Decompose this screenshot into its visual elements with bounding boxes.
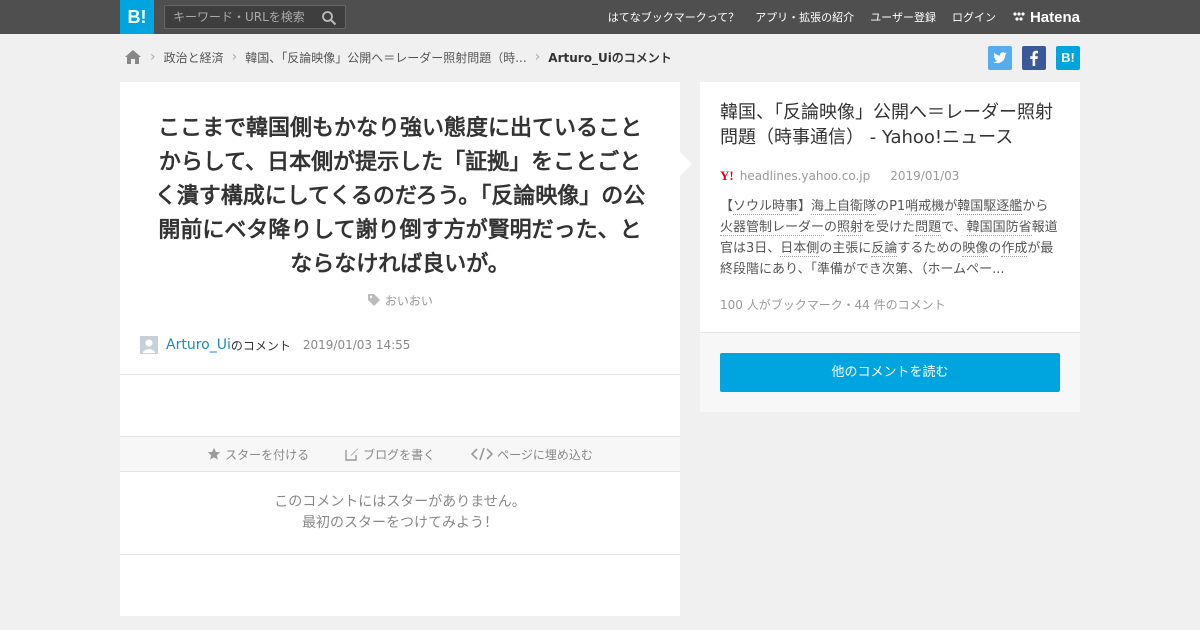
summary-text: から [1022, 199, 1049, 214]
speech-arrow [680, 152, 692, 176]
keyword-link[interactable]: 日本側 [780, 241, 820, 257]
add-star-button[interactable]: スターを付ける [207, 446, 309, 463]
keyword-link[interactable]: 哨戒機 [905, 199, 945, 215]
yahoo-favicon-icon: Y! [720, 168, 734, 183]
summary-text: を受けた [863, 220, 916, 235]
search-input[interactable] [173, 9, 313, 25]
twitter-share-button[interactable] [988, 46, 1012, 70]
breadcrumb-entry[interactable]: 韓国、「反論映像」公開へ＝レーダー照射問題（時... [245, 49, 526, 66]
keyword-link[interactable]: 韓国国防省 [966, 220, 1032, 236]
tag-icon [368, 294, 381, 306]
entry-card: 韓国、「反論映像」公開へ＝レーダー照射問題（時事通信） - Yahoo!ニュース… [700, 82, 1080, 412]
keyword-link[interactable]: ソウル時事 [733, 199, 799, 215]
nav-login[interactable]: ログイン [952, 9, 996, 25]
breadcrumb-current: Arturo_Uiのコメント [548, 50, 672, 65]
author-name[interactable]: Arturo_Ui [166, 337, 231, 353]
nav-register[interactable]: ユーザー登録 [870, 9, 936, 25]
star-icon [207, 447, 221, 460]
chevron-right-icon: › [534, 49, 541, 65]
facebook-icon [1030, 50, 1038, 66]
nav-apps[interactable]: アプリ・拡張の紹介 [755, 9, 854, 25]
search-icon[interactable] [321, 10, 337, 26]
author-suffix: のコメント [230, 338, 291, 353]
search-box[interactable] [164, 5, 346, 29]
code-icon [471, 447, 494, 461]
hatena-bookmark-logo[interactable]: B! [120, 0, 154, 34]
hatena-dots-icon [1013, 12, 1025, 21]
nav-about[interactable]: はてなブックマークって？ [608, 9, 739, 25]
read-other-comments-button[interactable]: 他のコメントを読む [720, 353, 1060, 392]
user-icon [143, 339, 155, 353]
avatar[interactable] [140, 336, 158, 354]
embed-label: ページに埋め込む [497, 447, 593, 462]
embed-button[interactable]: ページに埋め込む [471, 446, 593, 463]
keyword-link[interactable]: 反論 [871, 241, 898, 257]
entry-date: 2019/01/03 [890, 169, 960, 183]
no-star-message: このコメントにはスターがありません。 最初のスターをつけてみよう！ [120, 492, 680, 534]
summary-text: するための [897, 241, 963, 256]
comment-author: Arturo_Ui のコメント 2019/01/03 14:55 [140, 336, 410, 354]
top-nav: はてなブックマークって？ アプリ・拡張の紹介 ユーザー登録 ログイン Haten… [608, 0, 1080, 34]
write-blog-button[interactable]: ブログを書く [345, 446, 435, 463]
edit-icon [345, 448, 359, 461]
write-blog-label: ブログを書く [363, 447, 436, 462]
add-star-label: スターを付ける [225, 447, 310, 462]
comment-datetime[interactable]: 2019/01/03 14:55 [303, 338, 411, 352]
comment-text: ここまで韓国側もかなり強い態度に出ていることからして、日本側が提示した「証拠」を… [154, 116, 646, 277]
entry-title[interactable]: 韓国、「反論映像」公開へ＝レーダー照射問題（時事通信） - Yahoo!ニュース [720, 100, 1065, 150]
summary-text: で、 [941, 220, 967, 235]
keyword-link[interactable]: 照射 [837, 220, 864, 236]
home-icon[interactable] [124, 48, 142, 66]
keyword-link[interactable]: 作成 [1001, 241, 1028, 257]
summary-text: 】 [798, 199, 812, 214]
divider [120, 374, 680, 375]
keyword-link[interactable]: 問題 [915, 220, 942, 236]
chevron-right-icon: › [150, 49, 156, 65]
no-star-line2: 最初のスターをつけてみよう！ [302, 515, 498, 531]
comment-actions: スターを付ける ブログを書く ページに埋め込む [120, 436, 680, 472]
entry-summary: 【ソウル時事】海上自衛隊のP1哨戒機が韓国駆逐艦から火器管制レーダーの照射を受け… [720, 196, 1060, 280]
keyword-link[interactable]: 海上自衛隊 [811, 199, 877, 215]
share-buttons: B! [988, 46, 1080, 70]
keyword-link[interactable]: 映像 [962, 241, 989, 257]
keyword-link[interactable]: 韓国駆逐艦 [957, 199, 1023, 215]
summary-text: の [824, 220, 838, 235]
summary-text: 【 [720, 199, 734, 214]
no-star-line1: このコメントにはスターがありません。 [274, 494, 526, 510]
facebook-share-button[interactable] [1022, 46, 1046, 70]
tag-label: おいおい [384, 294, 433, 308]
breadcrumb-category[interactable]: 政治と経済 [164, 49, 224, 66]
chevron-right-icon: › [231, 49, 238, 65]
entry-meta: Y! headlines.yahoo.co.jp 2019/01/03 [720, 168, 959, 184]
entry-domain[interactable]: headlines.yahoo.co.jp [740, 169, 871, 183]
breadcrumb: › 政治と経済 › 韓国、「反論映像」公開へ＝レーダー照射問題（時... › A… [124, 46, 672, 68]
comment-card: ここまで韓国側もかなり強い態度に出ていることからして、日本側が提示した「証拠」を… [120, 82, 680, 616]
hatena-brand-logo[interactable]: Hatena [1012, 9, 1080, 26]
keyword-link[interactable]: 火器管制レーダー [720, 220, 825, 236]
hatena-bookmark-share-button[interactable]: B! [1056, 46, 1080, 70]
comment-tag[interactable]: おいおい [120, 292, 680, 309]
summary-text: のP1 [876, 199, 906, 214]
hatena-brand-text: Hatena [1029, 8, 1080, 26]
summary-text: の主張に [819, 241, 872, 256]
divider [120, 554, 680, 555]
summary-text: が [944, 199, 958, 214]
entry-stats[interactable]: 100 人がブックマーク・44 件のコメント [720, 296, 946, 313]
twitter-icon [993, 52, 1007, 64]
entry-card-footer: 他のコメントを読む [700, 332, 1080, 412]
top-bar: B! はてなブックマークって？ アプリ・拡張の紹介 ユーザー登録 ログイン Ha… [0, 0, 1200, 34]
summary-text: の [988, 241, 1002, 256]
